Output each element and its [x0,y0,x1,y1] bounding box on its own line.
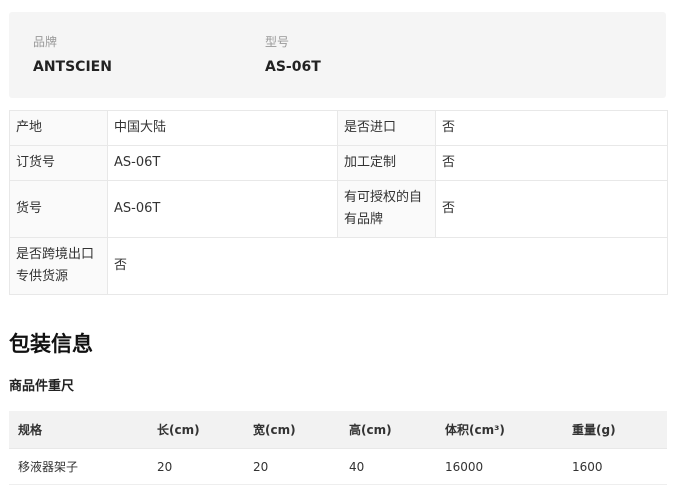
brand-model-panel: 品牌 ANTSCIEN 型号 AS-06T [9,12,666,98]
spec-header: 规格 [9,411,148,449]
brand-label: 品牌 [33,35,58,49]
attribute-row: 货号 AS-06T 有可授权的自有品牌 否 [9,180,668,238]
order-no-label: 订货号 [9,145,108,181]
authorized-brand-label: 有可授权的自有品牌 [337,180,436,238]
attribute-row: 产地 中国大陆 是否进口 否 [9,110,668,146]
item-no-label: 货号 [9,180,108,238]
packaging-table: 规格 长(cm) 宽(cm) 高(cm) 体积(cm³) 重量(g) 移液器架子… [9,411,667,485]
table-row: 移液器架子 20 20 40 16000 1600 [9,448,667,485]
length-header: 长(cm) [148,411,244,449]
custom-value: 否 [435,145,668,181]
attributes-table: 产地 中国大陆 是否进口 否 订货号 AS-06T 加工定制 否 货号 AS-0… [9,110,668,295]
weight-cell: 1600 [563,448,667,485]
brand-value: ANTSCIEN [33,59,112,75]
cross-border-label: 是否跨境出口专供货源 [9,237,108,295]
packaging-section-title: 包装信息 [9,332,93,356]
order-no-value: AS-06T [107,145,338,181]
height-cell: 40 [340,448,436,485]
cross-border-value: 否 [107,237,668,295]
imported-label: 是否进口 [337,110,436,146]
brand-info: 品牌 ANTSCIEN [33,34,112,76]
model-value: AS-06T [265,59,321,75]
volume-header: 体积(cm³) [436,411,563,449]
dimensions-subtitle: 商品件重尺 [9,379,75,394]
spec-cell: 移液器架子 [9,448,148,485]
width-header: 宽(cm) [244,411,340,449]
custom-label: 加工定制 [337,145,436,181]
attribute-row: 是否跨境出口专供货源 否 [9,237,668,295]
imported-value: 否 [435,110,668,146]
width-cell: 20 [244,448,340,485]
attribute-row: 订货号 AS-06T 加工定制 否 [9,145,668,181]
packaging-header-row: 规格 长(cm) 宽(cm) 高(cm) 体积(cm³) 重量(g) [9,411,667,449]
length-cell: 20 [148,448,244,485]
item-no-value: AS-06T [107,180,338,238]
origin-label: 产地 [9,110,108,146]
weight-header: 重量(g) [563,411,667,449]
authorized-brand-value: 否 [435,180,668,238]
origin-value: 中国大陆 [107,110,338,146]
model-label: 型号 [265,35,290,49]
model-info: 型号 AS-06T [265,34,321,76]
height-header: 高(cm) [340,411,436,449]
volume-cell: 16000 [436,448,563,485]
